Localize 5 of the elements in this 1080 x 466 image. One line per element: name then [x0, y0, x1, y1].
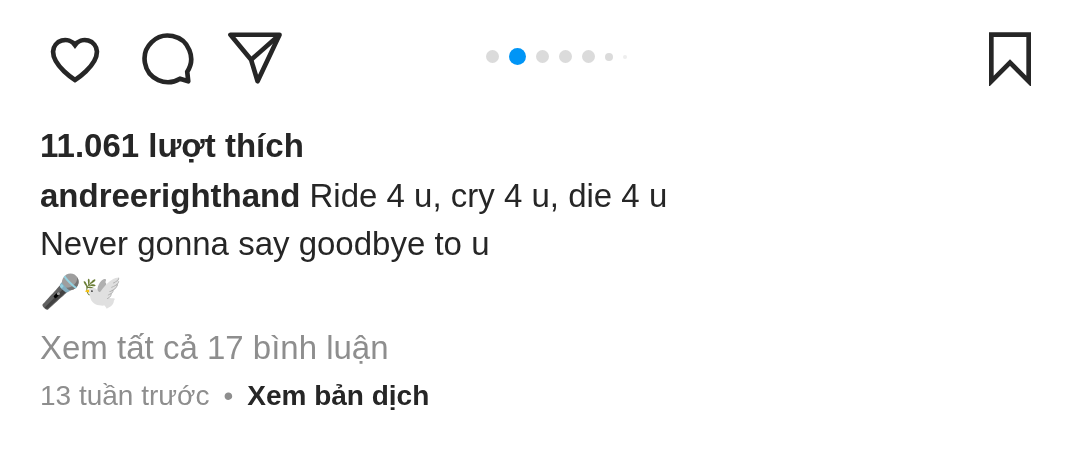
caption: andreerighthand Ride 4 u, cry 4 u, die 4 u Never gonna say goodbye to u 🎤🕊	[40, 176, 669, 312]
separator-dot: •	[223, 380, 234, 412]
post-time: 13 tuần trước	[40, 380, 210, 412]
like-count[interactable]: 11.061 lượt thích	[40, 124, 1040, 168]
translate-link[interactable]: Xem bản dịch	[247, 380, 430, 412]
